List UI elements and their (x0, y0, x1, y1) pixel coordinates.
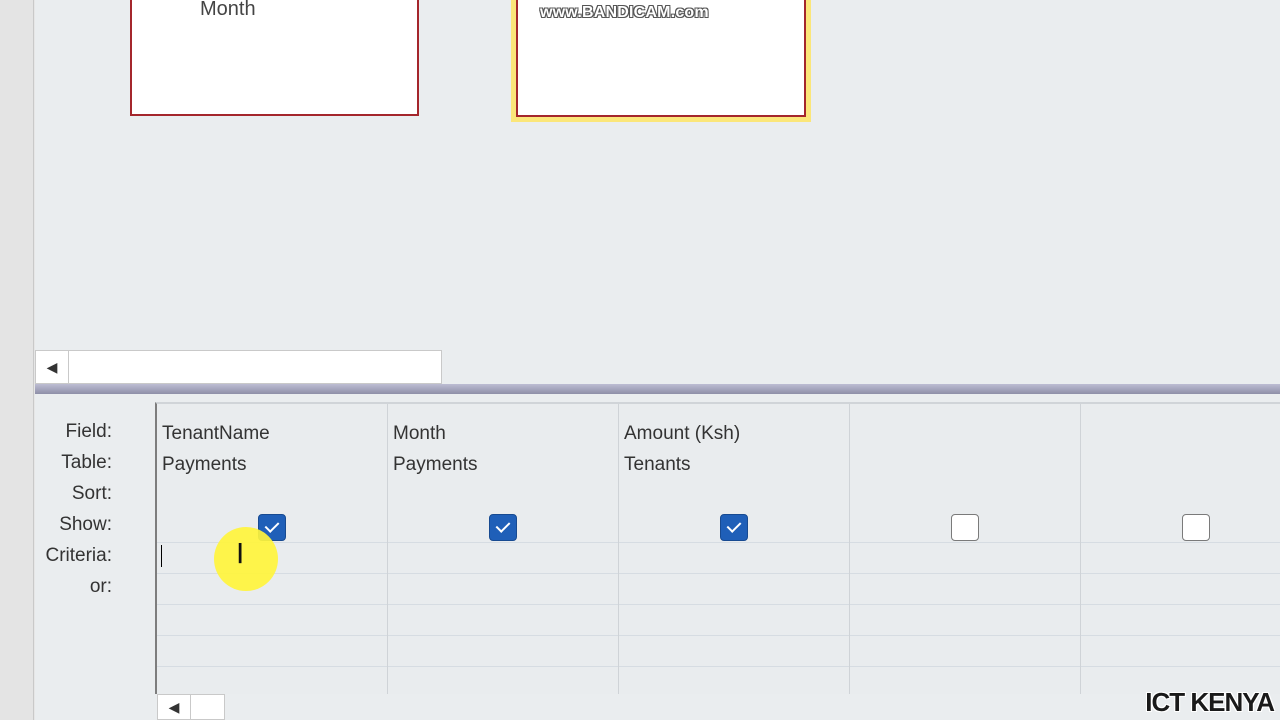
show-checkbox[interactable] (951, 514, 979, 541)
channel-watermark: ICT KENYA (1145, 687, 1275, 717)
grid-column-4[interactable] (850, 404, 1081, 696)
row-label-show: Show: (59, 514, 112, 535)
left-navigation-strip (0, 0, 34, 720)
row-label-criteria: Criteria: (45, 545, 112, 566)
show-checkbox[interactable] (1182, 514, 1210, 541)
scrollbar-thumb[interactable] (69, 350, 442, 384)
scrollbar-thumb[interactable] (191, 694, 225, 720)
show-checkbox[interactable] (489, 514, 517, 541)
table-cell[interactable]: Tenants (624, 454, 691, 476)
design-pane-scrollbar[interactable]: ◀ (35, 350, 1280, 384)
field-list-item[interactable]: Month (200, 0, 256, 21)
grid-column-2[interactable]: Month Payments (388, 404, 619, 696)
row-label-or: or: (89, 576, 112, 597)
cursor-highlight (214, 527, 278, 591)
row-label-table: Table: (61, 452, 112, 473)
grid-scrollbar[interactable]: ◀ (157, 694, 1280, 720)
recorder-watermark: www.BANDICAM.com (540, 4, 709, 21)
table-cell[interactable]: Payments (393, 454, 477, 476)
payments-table-box[interactable]: Month (130, 0, 419, 116)
row-label-field: Field: (65, 421, 112, 442)
row-label-sort: Sort: (71, 483, 112, 504)
scroll-left-icon[interactable]: ◀ (157, 694, 191, 720)
table-cell[interactable]: Payments (162, 454, 246, 476)
field-cell[interactable]: Month (393, 423, 446, 445)
grid-column-5[interactable] (1081, 404, 1280, 696)
grid-column-3[interactable]: Amount (Ksh) Tenants (619, 404, 850, 696)
text-cursor-icon: I (236, 537, 245, 570)
text-caret (161, 545, 162, 567)
query-design-grid: TenantName Payments Month Payments Amoun… (155, 402, 1280, 696)
scroll-left-icon[interactable]: ◀ (35, 350, 69, 384)
field-cell[interactable]: Amount (Ksh) (624, 423, 740, 445)
pane-splitter[interactable] (35, 384, 1280, 394)
field-cell[interactable]: TenantName (162, 423, 270, 445)
show-checkbox[interactable] (720, 514, 748, 541)
